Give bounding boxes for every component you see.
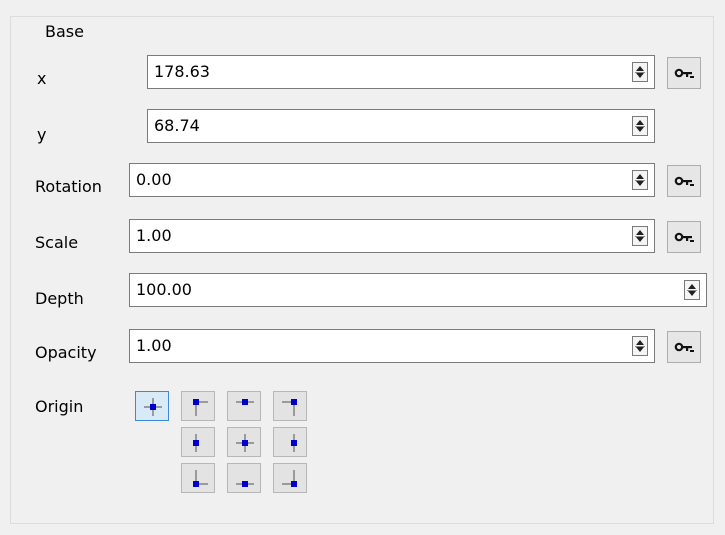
rotation-value: 0.00 xyxy=(136,170,172,189)
depth-value: 100.00 xyxy=(136,280,192,299)
origin-top-center-button[interactable] xyxy=(227,391,261,421)
origin-label: Origin xyxy=(35,397,84,416)
x-value: 178.63 xyxy=(154,62,210,81)
opacity-input[interactable]: 1.00 xyxy=(129,329,655,363)
x-spinner[interactable] xyxy=(632,62,648,82)
origin-bottom-right-icon xyxy=(282,470,297,487)
y-value: 68.74 xyxy=(154,116,200,135)
x-input[interactable]: 178.63 xyxy=(147,55,655,89)
x-label: x xyxy=(37,69,47,88)
opacity-spinner[interactable] xyxy=(632,336,648,356)
depth-label: Depth xyxy=(35,289,84,308)
key-icon xyxy=(674,176,694,186)
origin-top-right-icon xyxy=(282,399,297,416)
origin-bottom-center-button[interactable] xyxy=(227,463,261,493)
base-group: Base x 178.63 y 68.74 Rotation 0.00 Scal… xyxy=(10,16,714,524)
rotation-label: Rotation xyxy=(35,177,102,196)
origin-middle-center-icon xyxy=(236,434,254,452)
origin-bottom-left-icon xyxy=(193,470,208,487)
x-keyframe-button[interactable] xyxy=(667,57,701,89)
depth-input[interactable]: 100.00 xyxy=(129,273,707,307)
scale-keyframe-button[interactable] xyxy=(667,221,701,253)
origin-top-right-button[interactable] xyxy=(273,391,307,421)
origin-middle-left-icon xyxy=(193,434,199,452)
y-spinner[interactable] xyxy=(632,116,648,136)
depth-spinner[interactable] xyxy=(684,280,700,300)
scale-input[interactable]: 1.00 xyxy=(129,219,655,253)
opacity-keyframe-button[interactable] xyxy=(667,331,701,363)
origin-bottom-left-button[interactable] xyxy=(181,463,215,493)
opacity-value: 1.00 xyxy=(136,336,172,355)
origin-center-icon xyxy=(144,398,162,416)
key-icon xyxy=(674,232,694,242)
origin-top-center-icon xyxy=(236,399,254,405)
origin-middle-right-button[interactable] xyxy=(273,427,307,457)
rotation-input[interactable]: 0.00 xyxy=(129,163,655,197)
origin-bottom-center-icon xyxy=(236,481,254,487)
rotation-spinner[interactable] xyxy=(632,170,648,190)
origin-top-left-button[interactable] xyxy=(181,391,215,421)
origin-middle-left-button[interactable] xyxy=(181,427,215,457)
origin-center-button[interactable] xyxy=(135,391,169,421)
rotation-keyframe-button[interactable] xyxy=(667,165,701,197)
origin-middle-right-icon xyxy=(291,434,297,452)
group-title: Base xyxy=(39,21,90,43)
opacity-label: Opacity xyxy=(35,343,97,362)
key-icon xyxy=(674,342,694,352)
scale-label: Scale xyxy=(35,233,79,252)
key-icon xyxy=(674,68,694,78)
origin-middle-center-button[interactable] xyxy=(227,427,261,457)
scale-spinner[interactable] xyxy=(632,226,648,246)
y-label: y xyxy=(37,125,47,144)
origin-top-left-icon xyxy=(193,399,208,416)
y-input[interactable]: 68.74 xyxy=(147,109,655,143)
scale-value: 1.00 xyxy=(136,226,172,245)
origin-bottom-right-button[interactable] xyxy=(273,463,307,493)
